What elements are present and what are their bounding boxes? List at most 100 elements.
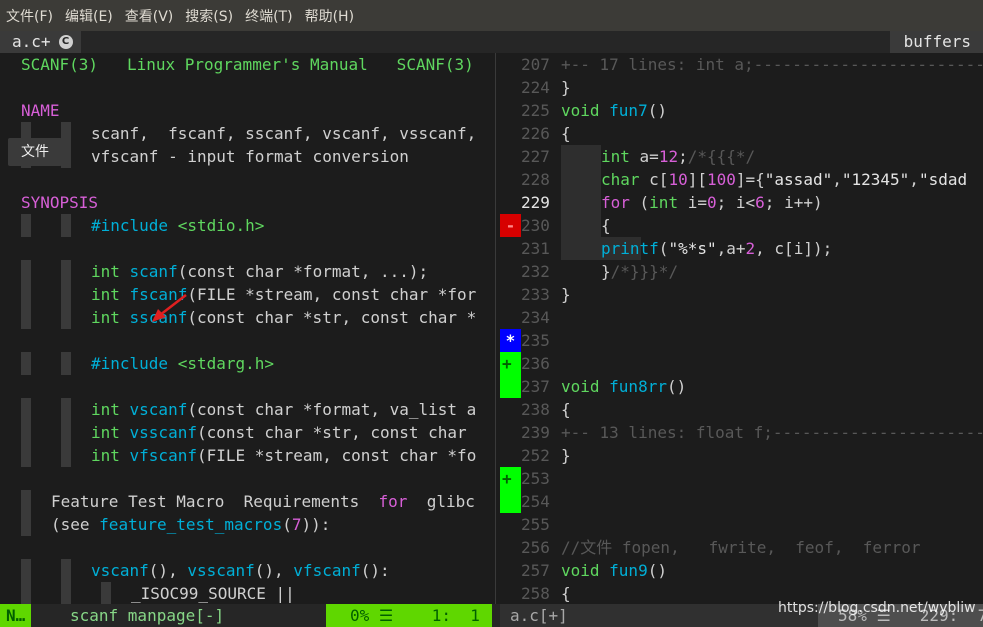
indent-guide (61, 145, 71, 168)
line-number: 226 (521, 124, 550, 143)
code-line: int a=12;/*{{{*/ (601, 147, 756, 166)
sig-scanf: int scanf(const char *format, ...); (91, 262, 429, 281)
indent-guide (21, 444, 31, 467)
line-number: 233 (521, 285, 550, 304)
indent-guide (61, 283, 71, 306)
red-arrow-annotation-icon (152, 294, 187, 322)
diff-sign-added: + (500, 467, 521, 513)
line-number: 255 (521, 515, 550, 534)
code-line-current: for (int i=0; i<6; i++) (601, 193, 823, 212)
line-number: 257 (521, 561, 550, 580)
line-number: 254 (521, 492, 550, 511)
code-line: }/*}}}*/ (601, 262, 679, 281)
code-line: } (561, 446, 571, 465)
mode-indicator: N… (0, 604, 32, 627)
diff-sign-removed: - (500, 214, 521, 237)
code-line: void fun8rr() (561, 377, 687, 396)
line-number: 238 (521, 400, 550, 419)
fold-marker[interactable]: +-- 13 lines: float f;------------------… (561, 421, 983, 444)
menu-terminal[interactable]: 终端(T) (245, 6, 292, 26)
line-number: 227 (521, 147, 550, 166)
diff-sign-added: + (500, 352, 521, 398)
indent-guide (61, 444, 71, 467)
indent-guide (61, 352, 71, 375)
line-number: 252 (521, 446, 550, 465)
indent-guide (21, 421, 31, 444)
file-tooltip: 文件 (8, 138, 62, 166)
menu-bar: 文件(F) 编辑(E) 查看(V) 搜索(S) 终端(T) 帮助(H) (0, 0, 983, 31)
indent-guide (61, 214, 71, 237)
tab-a-c[interactable]: a.c+ C (0, 31, 81, 53)
indent-guide (61, 260, 71, 283)
indent-guide (61, 398, 71, 421)
line-number: 225 (521, 101, 550, 120)
indent-guide (21, 490, 31, 513)
sig-sscanf: int sscanf(const char *str, const char * (91, 308, 477, 327)
line-number: 237 (521, 377, 550, 396)
indent-guide (61, 122, 71, 145)
menu-edit[interactable]: 编辑(E) (65, 6, 113, 26)
sig-vscanf: int vscanf(const char *format, va_list a (91, 400, 477, 419)
indent-guide (21, 513, 31, 536)
indent-guide (21, 582, 31, 604)
menu-search[interactable]: 搜索(S) (185, 6, 233, 26)
indent-guide (21, 214, 31, 237)
line-number: 256 (521, 538, 550, 557)
line-number: 253 (521, 469, 550, 488)
line-number: 230 (521, 216, 550, 235)
manpage-pane[interactable]: SCANF(3) Linux Programmer's Manual SCANF… (0, 53, 492, 604)
code-line: void fun9() (561, 561, 667, 580)
line-number: 224 (521, 78, 550, 97)
buffers-label[interactable]: buffers (889, 31, 983, 53)
indent-guide (21, 559, 31, 582)
indent-guide (21, 283, 31, 306)
code-line: char c[10][100]={"assad","12345","sdad (601, 170, 968, 189)
see-also-line: (see feature_test_macros(7)): (51, 515, 331, 534)
indent-guide (21, 352, 31, 375)
diff-sign-modified: * (500, 329, 521, 352)
isoc99-line: _ISOC99_SOURCE || (131, 584, 295, 603)
code-pane[interactable]: - * + + 207 224 225 226 227 228 229 230 … (500, 53, 983, 604)
indent-guide (61, 421, 71, 444)
fn-list-line: vscanf(), vsscanf(), vfscanf(): (91, 561, 390, 580)
line-number: 234 (521, 308, 550, 327)
include-stdio: #include <stdio.h> (91, 216, 265, 235)
line-number-current: 229 (521, 193, 550, 212)
code-line: { (561, 584, 571, 603)
menu-help[interactable]: 帮助(H) (305, 6, 354, 26)
tab-label: a.c+ (12, 32, 51, 51)
line-number: 235 (521, 331, 550, 350)
include-stdarg: #include <stdarg.h> (91, 354, 275, 373)
section-synopsis: SYNOPSIS (21, 193, 99, 212)
menu-view[interactable]: 查看(V) (125, 6, 174, 26)
sig-vsscanf: int vsscanf(const char *str, const char (91, 423, 477, 442)
code-line: { (561, 400, 571, 419)
man-header: SCANF(3) Linux Programmer's Manual SCANF… (21, 55, 474, 74)
code-comment: //文件 fopen, fwrite, feof, ferror (561, 538, 921, 557)
tab-line: a.c+ C buffers (0, 31, 983, 53)
right-file-name: a.c[+] (510, 606, 568, 625)
indent-guide (561, 145, 601, 260)
left-buffer-info: scanf manpage[-] (70, 606, 225, 625)
code-line: } (561, 285, 571, 304)
code-line: { (561, 124, 571, 143)
code-line: { (601, 216, 611, 235)
feature-test-line: Feature Test Macro Requirements for glib… (51, 492, 475, 511)
name-line-2: vfscanf - input format conversion (91, 147, 409, 166)
sig-vfscanf: int vfscanf(FILE *stream, const char *fo (91, 446, 477, 465)
sig-fscanf: int fscanf(FILE *stream, const char *for (91, 285, 477, 304)
indent-guide (21, 306, 31, 329)
indent-guide (101, 582, 111, 604)
vertical-split-separator[interactable] (492, 53, 500, 604)
indent-guide (61, 559, 71, 582)
code-line: void fun7() (561, 101, 667, 120)
section-name: NAME (21, 101, 60, 120)
indent-guide (61, 582, 71, 604)
menu-file[interactable]: 文件(F) (6, 6, 53, 26)
line-number: 207 (521, 55, 550, 74)
watermark: https://blog.csdn.net/wybliw (778, 600, 976, 616)
indent-guide (21, 398, 31, 421)
fold-marker[interactable]: +-- 17 lines: int a;--------------------… (561, 53, 983, 76)
line-number: 231 (521, 239, 550, 258)
line-number: 239 (521, 423, 550, 442)
